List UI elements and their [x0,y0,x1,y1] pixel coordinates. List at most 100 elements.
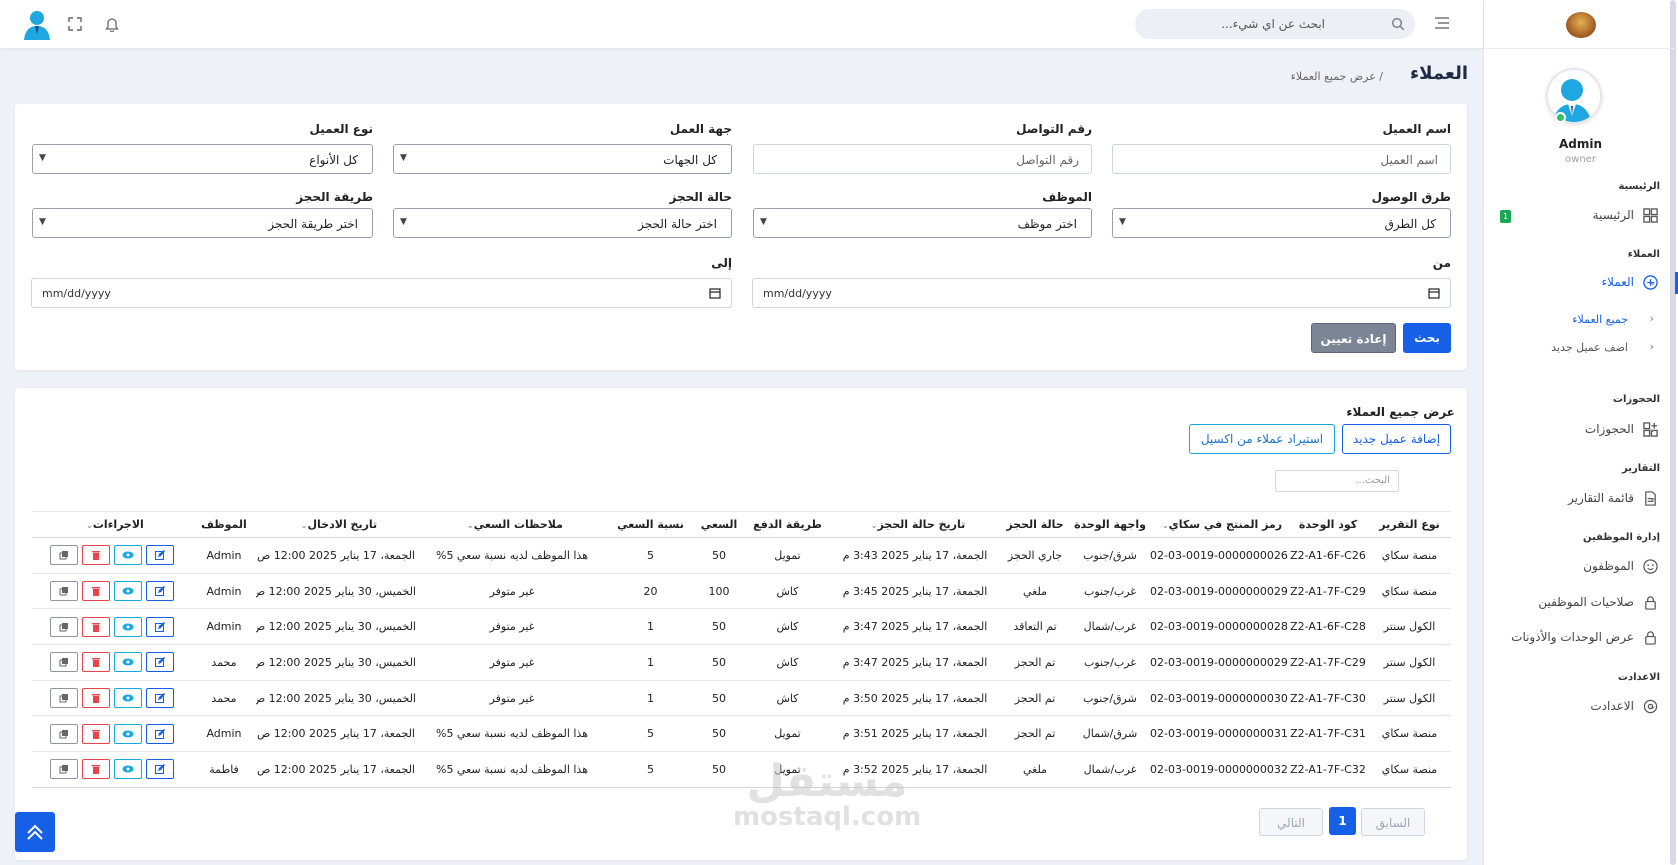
view-button[interactable] [114,688,142,709]
sidebar-item-reports[interactable]: قائمة التقارير ⌄ [1483,488,1678,510]
column-header[interactable]: كود الوحدة [1288,511,1368,538]
contact-number-field[interactable]: رقم التواصل [753,144,1092,174]
fullscreen-icon[interactable] [68,17,82,31]
booking-status-select[interactable]: اختر حالة الحجز ▼ [393,208,732,238]
client-type-select[interactable]: كل الأنواع ▼ [32,144,373,174]
booking-method-value: اختر طريقة الحجز [268,217,358,231]
sidebar-item-settings[interactable]: الاعدادت ⌄ [1483,696,1678,718]
view-button[interactable] [114,616,142,637]
column-header[interactable]: طريقة الدفع [745,511,830,538]
view-button[interactable] [114,723,142,744]
bell-icon[interactable] [105,16,119,32]
copy-icon [59,587,68,596]
edit-icon [155,764,165,775]
sidebar-item-clients[interactable]: العملاء ⌄ [1483,272,1678,294]
copy-button[interactable] [50,723,78,744]
add-client-button[interactable]: إضافة عميل جديد [1342,424,1451,454]
delete-button[interactable] [82,723,110,744]
edit-button[interactable] [146,652,174,673]
column-header[interactable]: تاريخ حالة الحجز⌄ [830,511,1000,538]
reset-button[interactable]: إعادة تعيين [1311,323,1396,353]
sidebar-subitem-label: جميع العملاء [1572,313,1628,326]
column-header[interactable]: نسبة السعي [608,511,693,538]
view-button[interactable] [114,759,142,780]
table-cell: الخميس، 30 يناير 2025 12:00 ص [256,680,416,717]
delete-button[interactable] [82,652,110,673]
import-excel-button[interactable]: استيراد عملاء من اكسيل [1189,424,1335,454]
eye-icon [122,623,134,631]
delete-button[interactable] [82,545,110,566]
table-cell: ملغي [1000,573,1070,610]
table-cell: شرق/جنوب [1070,680,1150,717]
calendar-icon[interactable] [1428,287,1440,299]
pagination-next-button[interactable]: التالي [1259,808,1323,836]
column-header[interactable]: الاجراءات⌄ [32,511,192,538]
view-button[interactable] [114,545,142,566]
table-search-input[interactable]: البحث... [1275,470,1399,492]
column-header[interactable]: الموظف [192,511,256,538]
delete-button[interactable] [82,759,110,780]
booking-method-select[interactable]: اختر طريقة الحجز ▼ [32,208,373,238]
menu-icon[interactable] [1434,16,1450,30]
column-header[interactable]: السعي [693,511,745,538]
edit-button[interactable] [146,545,174,566]
sidebar-item-employee-permissions[interactable]: صلاحيات الموظفين [1483,592,1678,614]
table-cell: الجمعة، 17 يناير 2025 12:00 ص [256,715,416,753]
breadcrumb[interactable]: / عرض جميع العملاء [1291,70,1383,83]
view-button[interactable] [114,652,142,673]
edit-button[interactable] [146,688,174,709]
edit-button[interactable] [146,723,174,744]
copy-button[interactable] [50,652,78,673]
notification-badge: 1 [1500,210,1511,223]
copy-button[interactable] [50,545,78,566]
date-placeholder: mm/dd/yyyy [42,287,111,300]
from-date-field[interactable]: mm/dd/yyyy [752,278,1451,308]
user-avatar-icon[interactable] [22,8,52,40]
to-date-field[interactable]: mm/dd/yyyy [31,278,732,308]
sidebar-subitem-all-clients[interactable]: ‹ جميع العملاء [1483,312,1678,330]
calendar-icon[interactable] [709,287,721,299]
column-header[interactable]: حالة الحجز [1000,511,1070,538]
employee-select[interactable]: اختر موظف ▼ [753,208,1092,238]
sidebar-item-home[interactable]: الرئيسية 1 [1483,205,1678,227]
edit-button[interactable] [146,759,174,780]
contact-number-placeholder: رقم التواصل [1016,153,1079,167]
pagination-prev-button[interactable]: السابق [1361,808,1425,836]
view-button[interactable] [114,581,142,602]
global-search-input[interactable]: ابحث عن اي شيء... [1135,9,1415,39]
delete-button[interactable] [82,581,110,602]
arrival-method-label: طرق الوصول [1371,190,1451,204]
copy-button[interactable] [50,759,78,780]
arrival-method-select[interactable]: كل الطرق ▼ [1112,208,1451,238]
sidebar-item-employees[interactable]: الموظفون [1483,556,1678,578]
chevron-down-icon: ⌄ [1648,491,1658,504]
column-header[interactable]: تاريخ الادخال⌄ [256,511,416,538]
copy-button[interactable] [50,581,78,602]
pagination-page-1[interactable]: 1 [1329,807,1356,835]
table-cell: الجمعة، 17 يناير 2025 3:51 م [830,715,1000,753]
sidebar-item-units-view[interactable]: عرض الوحدات والأذونات [1483,627,1678,649]
search-button[interactable]: بحث [1403,323,1451,353]
copy-button[interactable] [50,616,78,637]
table-cell: 20 [608,573,693,610]
section-clients: العملاء [1627,249,1660,260]
table-cell: Admin [192,573,256,610]
copy-button[interactable] [50,688,78,709]
scroll-to-top-button[interactable] [15,812,55,852]
sidebar-subitem-add-client[interactable]: ‹ اضف عميل جديد [1483,340,1678,358]
table-cell: Z2-A1-6F-C28 [1288,608,1368,646]
column-header[interactable]: ملاحظات السعي⌄ [416,511,608,538]
workplace-select[interactable]: كل الجهات ▼ [393,144,732,174]
table-cell: الكول سنتر [1368,644,1451,681]
delete-button[interactable] [82,688,110,709]
column-header[interactable]: واجهة الوحدة [1070,511,1150,538]
brand-logo[interactable] [1566,12,1596,38]
column-header[interactable]: رمز المنتج في سكاي⌄ [1150,511,1288,538]
edit-button[interactable] [146,616,174,637]
table-search-placeholder: البحث... [1355,475,1390,486]
column-header[interactable]: نوع التقرير [1368,511,1451,538]
client-name-field[interactable]: اسم العميل [1112,144,1451,174]
sidebar-item-bookings[interactable]: الحجوزات ⌄ [1483,419,1678,441]
edit-button[interactable] [146,581,174,602]
delete-button[interactable] [82,616,110,637]
